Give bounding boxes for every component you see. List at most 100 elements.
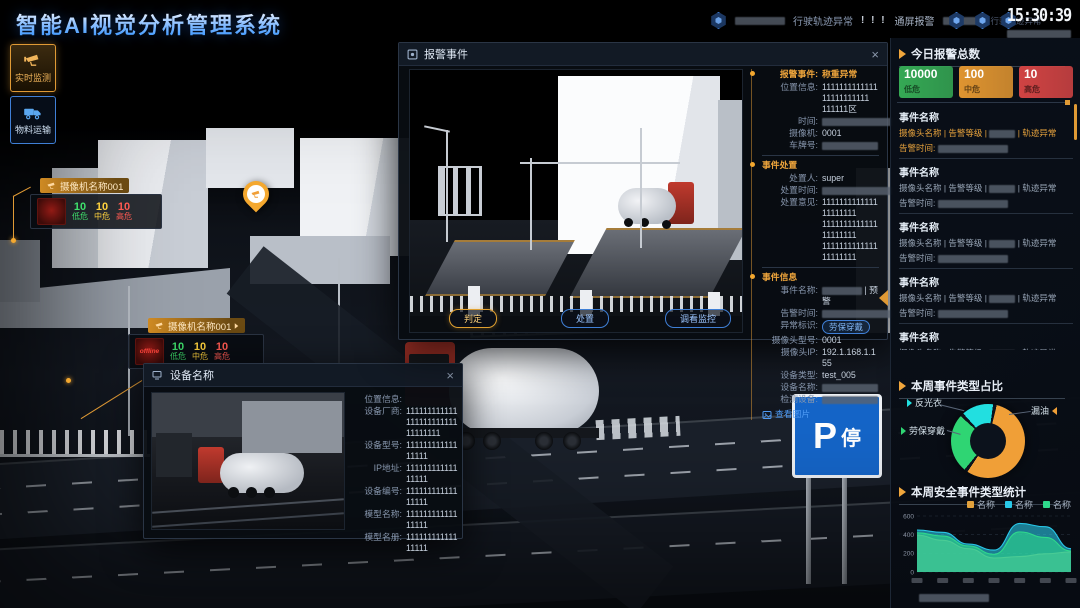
settings-hex-icon[interactable]: [948, 12, 965, 29]
ticker-bangs: ! ! !: [861, 15, 887, 26]
stat-low-label: 低危: [72, 212, 88, 222]
field-value: 111111111111111111111111111111区: [822, 82, 879, 115]
field-value: super: [822, 173, 879, 184]
building: [0, 240, 40, 302]
image-icon: [762, 410, 772, 420]
event-list-item[interactable]: 事件名称 摄像头名称 | 告警等级 | | 轨迹异常 告警时间:: [899, 269, 1073, 324]
redacted-text: [822, 396, 878, 404]
stat-high-label: 高危: [214, 352, 230, 362]
alert-dialog-title: 报警事件: [424, 46, 468, 62]
svg-text:200: 200: [903, 551, 914, 558]
field-label: 时间:: [762, 116, 822, 127]
legend-marker: [907, 399, 912, 407]
event-list-item[interactable]: 事件名称 摄像头名称 | 告警等级 | | 轨迹异常 告警时间:: [899, 104, 1073, 159]
stat-low-label: 低危: [170, 352, 186, 362]
wheel: [264, 487, 275, 498]
donut-label-oil-leak: 漏油: [1031, 404, 1057, 417]
stat-mid-label: 中危: [192, 352, 208, 362]
stat-high-label: 高危: [116, 212, 132, 222]
device-dialog-title: 设备名称: [170, 367, 214, 383]
stat-high-value: 10: [216, 342, 228, 352]
event-meta: 摄像头名称 | 告警等级 | | 轨迹异常: [899, 347, 1073, 350]
field-value: 11111111111111111: [406, 509, 458, 531]
cctv-camera-icon: [23, 52, 43, 68]
wheel: [624, 218, 633, 227]
field-label: 设备类型:: [762, 370, 822, 381]
field-value: test_005: [822, 370, 879, 381]
truck-icon: [23, 104, 43, 120]
parking-sign-text: 停: [841, 422, 861, 451]
nav-material-transport-button[interactable]: 物料运输: [10, 96, 56, 144]
building: [206, 128, 294, 188]
stat-mid-value: 10: [96, 202, 108, 212]
field-value: 0001: [822, 128, 879, 139]
summary-title: 今日报警总数: [911, 46, 980, 62]
field-label: 异常标识:: [762, 320, 822, 334]
layers-hex-icon[interactable]: [974, 12, 991, 29]
redacted-text: [989, 185, 1015, 193]
event-time: 告警时间:: [899, 197, 1073, 209]
redacted-text: [938, 200, 1008, 208]
event-name: 事件名称: [899, 164, 1073, 179]
page-title: 智能AI视觉分析管理系统: [16, 8, 282, 40]
camera-card-1-header[interactable]: 摄像机名称001: [40, 178, 129, 193]
camera-card-2-header[interactable]: 摄像机名称001: [148, 318, 245, 333]
section-title-handle: 事件处置: [762, 160, 879, 171]
device-dialog: 设备名称 × 位置信息: 设备厂商:1111111111111111111111…: [143, 363, 463, 539]
close-icon[interactable]: ×: [446, 369, 454, 382]
view-monitor-button[interactable]: 调看监控: [665, 309, 731, 328]
device-info: 位置信息: 设备厂商:11111111111111111111111111111…: [346, 394, 458, 555]
field-label: 摄像头型号:: [762, 335, 822, 346]
donut-connector: [939, 404, 964, 411]
alert-dialog: 报警事件 × 判定 处置 调看监控: [398, 42, 888, 340]
camera-card-1[interactable]: 10低危 10中危 10高危: [30, 194, 162, 229]
field-value: 192.1.168.1.155: [822, 347, 879, 369]
event-list[interactable]: 事件名称 摄像头名称 | 告警等级 | | 轨迹异常 告警时间: 事件名称 摄像…: [899, 104, 1073, 350]
event-list-item[interactable]: 事件名称 摄像头名称 | 告警等级 | | 轨迹异常 告警时间:: [899, 159, 1073, 214]
field-label: 事件名称:: [762, 285, 822, 307]
alert-dialog-header[interactable]: 报警事件 ×: [399, 43, 887, 66]
event-list-item[interactable]: 事件名称 摄像头名称 | 告警等级 | | 轨迹异常 告警时间:: [899, 324, 1073, 350]
view-image-link[interactable]: 查看图片: [762, 409, 879, 420]
redacted-text: [989, 240, 1015, 248]
judge-button[interactable]: 判定: [449, 309, 497, 328]
svg-text:600: 600: [903, 513, 914, 520]
redacted-text: [822, 287, 862, 295]
flag-pill[interactable]: 劳保穿戴: [822, 320, 870, 334]
panel-collapse-arrow[interactable]: [879, 290, 888, 306]
clock: 15:30:39: [1002, 6, 1076, 42]
scrollbar[interactable]: [1074, 104, 1077, 140]
donut-connector: [1009, 411, 1031, 415]
event-time: 告警时间:: [899, 307, 1073, 319]
card-high-risk: 10高危: [1019, 66, 1073, 98]
nav-label: 物料运输: [15, 123, 51, 136]
field-label: 设备编号:: [346, 486, 406, 508]
close-icon[interactable]: ×: [871, 48, 879, 61]
chevron-right-icon: [235, 323, 239, 329]
handle-button[interactable]: 处置: [561, 309, 609, 328]
camera-thumbnail[interactable]: [37, 198, 66, 225]
event-list-item[interactable]: 事件名称 摄像头名称 | 告警等级 | | 轨迹异常 告警时间:: [899, 214, 1073, 269]
redacted-text: [735, 17, 785, 25]
parking-sign-p: P: [813, 415, 837, 457]
device-dialog-header[interactable]: 设备名称 ×: [144, 364, 462, 387]
camera-thumbnail-offline[interactable]: offline: [135, 338, 164, 365]
device-icon: [152, 370, 164, 380]
redacted-text: [822, 142, 878, 150]
field-label: 告警时间:: [762, 308, 822, 319]
legend-marker: [1052, 407, 1057, 415]
wheel: [535, 432, 553, 450]
connector-dot: [11, 238, 16, 243]
redacted-text: [919, 594, 989, 602]
field-value: 0001: [822, 335, 879, 346]
field-label: 处置时间:: [762, 185, 822, 196]
field-value: 11111111111111111: [406, 463, 458, 485]
field-label: 位置信息:: [346, 394, 406, 405]
field-label: 模型名册:: [346, 532, 406, 554]
stat-mid-label: 中危: [94, 212, 110, 222]
nav-realtime-monitor-button[interactable]: 实时监测: [10, 44, 56, 92]
alert-hex-icon: [710, 12, 727, 29]
light-pole: [446, 130, 448, 242]
wheel: [483, 432, 501, 450]
event-time: 告警时间:: [899, 252, 1073, 264]
